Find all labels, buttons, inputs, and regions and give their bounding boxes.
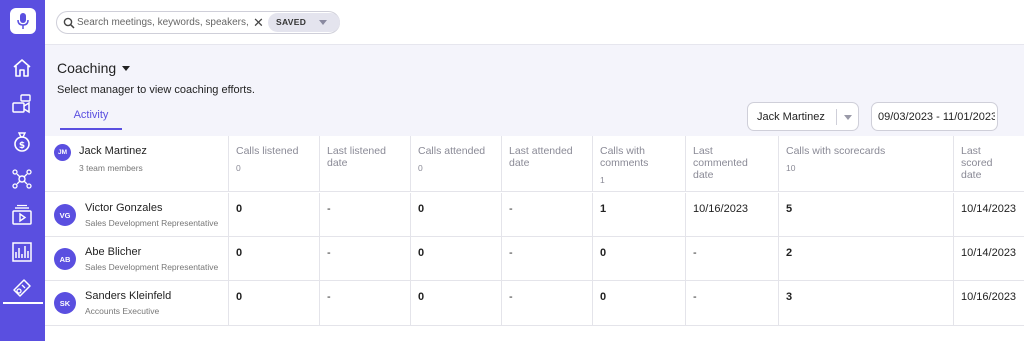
calls-with-scorecards-cell: 2 [778, 237, 953, 280]
top-bar: ✕ SAVED [45, 0, 1024, 45]
page-subtitle: Select manager to view coaching efforts. [57, 84, 255, 96]
last-scored-cell: 10/16/2023 [953, 281, 1024, 325]
calls-with-comments-cell: 0 [592, 281, 685, 325]
search-input[interactable] [77, 14, 249, 31]
last-attended-cell: - [501, 281, 592, 325]
avatar: VG [54, 204, 76, 226]
select-divider [836, 109, 837, 125]
saved-searches-dropdown[interactable]: SAVED [268, 13, 340, 32]
network-icon[interactable] [9, 166, 35, 192]
calls-attended-cell: 0 [410, 237, 501, 280]
rep-role: Sales Development Representative [85, 262, 219, 272]
last-commented-cell: - [685, 237, 778, 280]
sidebar: $ [0, 0, 45, 341]
home-icon[interactable] [9, 55, 35, 81]
chevron-down-icon [844, 115, 852, 120]
money-bag-icon[interactable]: $ [9, 128, 35, 154]
calls-attended-cell: 0 [410, 193, 501, 236]
svg-text:$: $ [19, 141, 25, 151]
calls-with-comments-cell: 0 [592, 237, 685, 280]
table-row[interactable]: VG Victor Gonzales Sales Development Rep… [45, 193, 1024, 237]
search-bar: ✕ SAVED [56, 11, 340, 34]
page-title: Coaching [57, 60, 117, 76]
manager-name: Jack Martinez [79, 145, 147, 157]
avatar: AB [54, 248, 76, 270]
analytics-icon[interactable] [9, 239, 35, 265]
table-header-row: JM Jack Martinez 3 team members Calls li… [45, 136, 1024, 192]
last-attended-cell: - [501, 193, 592, 236]
rep-role: Sales Development Representative [85, 218, 219, 228]
calls-with-scorecards-cell: 3 [778, 281, 953, 325]
manager-select-value: Jack Martinez [757, 111, 825, 123]
column-header[interactable]: Calls listened 0 [228, 136, 319, 191]
microphone-logo[interactable] [10, 8, 36, 34]
calls-with-scorecards-cell: 5 [778, 193, 953, 236]
column-header[interactable]: Calls with comments 1 [592, 136, 685, 191]
avatar: JM [54, 144, 71, 161]
clear-search-icon[interactable]: ✕ [253, 15, 264, 30]
rep-name[interactable]: Abe Blicher [85, 246, 141, 258]
table-row[interactable]: SK Sanders Kleinfeld Accounts Executive … [45, 281, 1024, 326]
column-header[interactable]: Last scored date [953, 136, 1024, 191]
last-commented-cell: 10/16/2023 [685, 193, 778, 236]
last-listened-cell: - [319, 281, 410, 325]
last-commented-cell: - [685, 281, 778, 325]
date-range-picker[interactable]: 09/03/2023 - 11/01/2023 [871, 102, 998, 131]
column-header[interactable]: Last attended date [501, 136, 592, 191]
chevron-down-icon [319, 20, 327, 25]
last-listened-cell: - [319, 237, 410, 280]
active-nav-indicator [3, 302, 43, 304]
caret-down-icon [122, 65, 131, 71]
calls-attended-cell: 0 [410, 281, 501, 325]
manager-select[interactable]: Jack Martinez [747, 102, 859, 131]
table-row[interactable]: AB Abe Blicher Sales Development Represe… [45, 237, 1024, 281]
calls-with-comments-cell: 1 [592, 193, 685, 236]
saved-label: SAVED [276, 17, 307, 27]
column-header[interactable]: Calls with scorecards 10 [778, 136, 953, 191]
page-header: Coaching Select manager to view coaching… [45, 45, 1024, 136]
tab-activity[interactable]: Activity [60, 109, 122, 130]
rep-name[interactable]: Sanders Kleinfeld [85, 290, 171, 302]
column-header[interactable]: Last commented date [685, 136, 778, 191]
search-icon [63, 16, 76, 29]
calls-listened-cell: 0 [228, 237, 319, 280]
page-title-dropdown[interactable]: Coaching [57, 60, 131, 76]
last-scored-cell: 10/14/2023 [953, 193, 1024, 236]
column-header[interactable]: Last listened date [319, 136, 410, 191]
last-attended-cell: - [501, 237, 592, 280]
calls-listened-cell: 0 [228, 193, 319, 236]
rep-role: Accounts Executive [85, 306, 160, 316]
last-listened-cell: - [319, 193, 410, 236]
column-header[interactable]: Calls attended 0 [410, 136, 501, 191]
calls-listened-cell: 0 [228, 281, 319, 325]
date-range-value: 09/03/2023 - 11/01/2023 [878, 111, 995, 123]
avatar: SK [54, 292, 76, 314]
video-calls-icon[interactable] [9, 91, 35, 117]
whistle-icon[interactable] [9, 275, 35, 301]
playlist-icon[interactable] [9, 202, 35, 228]
active-tab-underline [60, 128, 122, 130]
rep-name[interactable]: Victor Gonzales [85, 202, 162, 214]
last-scored-cell: 10/14/2023 [953, 237, 1024, 280]
team-members-count: 3 team members [79, 163, 143, 173]
